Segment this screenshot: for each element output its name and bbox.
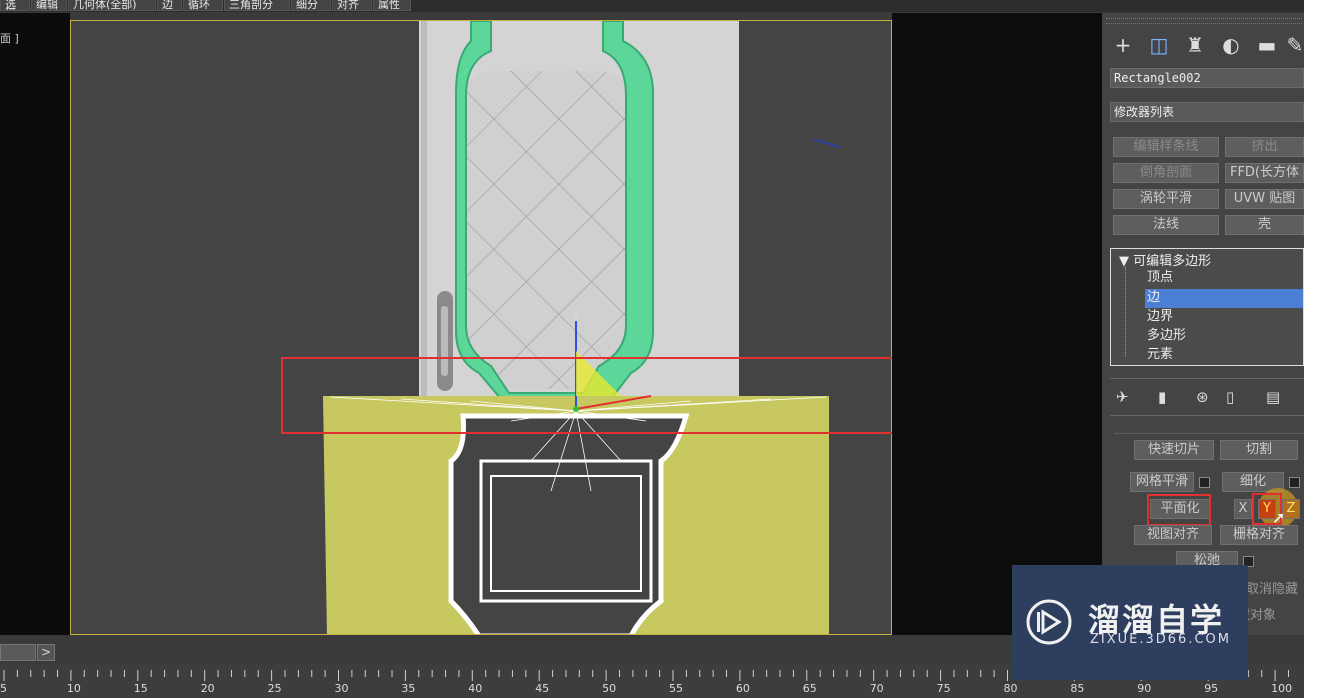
- stack-root-item[interactable]: ▼ 可编辑多边形: [1119, 250, 1211, 269]
- time-slider[interactable]: [0, 644, 36, 661]
- shell-button[interactable]: 壳: [1225, 215, 1304, 235]
- frame-number-label: 100: [1271, 682, 1293, 695]
- menu-subdivide[interactable]: 细分: [291, 0, 331, 11]
- stack-item-element[interactable]: 元素: [1147, 346, 1173, 364]
- stack-tree-line: [1125, 267, 1127, 357]
- frame-number-label: 95: [1204, 682, 1219, 695]
- planar-x-button[interactable]: X: [1234, 499, 1252, 519]
- view-align-button[interactable]: 视图对齐: [1134, 525, 1212, 545]
- bevel-profile-button[interactable]: 倒角剖面: [1113, 163, 1219, 183]
- frame-number-label: 70: [869, 682, 884, 695]
- utilities-icon[interactable]: ✎: [1286, 32, 1304, 58]
- stack-item-border[interactable]: 边界: [1147, 308, 1173, 326]
- play-logo-icon: [1026, 599, 1072, 645]
- menu-edge[interactable]: 边: [157, 0, 182, 11]
- modifier-list-dropdown[interactable]: 修改器列表: [1110, 102, 1304, 122]
- create-icon[interactable]: +: [1110, 32, 1136, 58]
- menu-select[interactable]: 选择: [0, 0, 30, 11]
- stack-item-polygon[interactable]: 多边形: [1147, 327, 1186, 345]
- menu-loop[interactable]: 循环: [183, 0, 223, 11]
- stack-item-vertex[interactable]: 顶点: [1147, 269, 1173, 287]
- menu-geometry-all[interactable]: 几何体(全部): [68, 0, 156, 11]
- frame-number-label: 75: [936, 682, 951, 695]
- frame-number-label: 35: [401, 682, 416, 695]
- stack-item-edge[interactable]: 边: [1147, 289, 1160, 307]
- panel-grip: [1106, 18, 1302, 24]
- meshsmooth-settings-checkbox[interactable]: [1199, 477, 1210, 488]
- edit-spline-button[interactable]: 编辑样条线: [1113, 137, 1219, 157]
- ffd-box-button[interactable]: FFD(长方体: [1225, 163, 1304, 183]
- frame-number-label: 30: [334, 682, 349, 695]
- frame-number-label: 85: [1070, 682, 1085, 695]
- menu-properties[interactable]: 属性: [373, 0, 411, 11]
- unhide-all-label[interactable]: 取消隐藏: [1246, 578, 1304, 597]
- tessellate-settings-checkbox[interactable]: [1289, 477, 1300, 488]
- meshsmooth-button[interactable]: 网格平滑: [1130, 472, 1194, 492]
- turbosmooth-button[interactable]: 涡轮平滑: [1113, 189, 1219, 209]
- menu-edit[interactable]: 编辑: [31, 0, 67, 11]
- scene-render[interactable]: z: [71, 21, 892, 635]
- normal-button[interactable]: 法线: [1113, 215, 1219, 235]
- make-planar-highlight: [1147, 494, 1211, 526]
- menu-triangulate[interactable]: 三角剖分: [224, 0, 290, 11]
- frame-number-label: 20: [200, 682, 215, 695]
- motion-icon[interactable]: ◐: [1218, 32, 1244, 58]
- hierarchy-icon[interactable]: ♜: [1182, 32, 1208, 58]
- watermark-url: ZIXUE.3D66.COM: [1090, 632, 1231, 647]
- pin-stack-icon[interactable]: ✈: [1116, 388, 1129, 406]
- remove-modifier-icon[interactable]: ▯: [1226, 388, 1234, 406]
- next-frame-button[interactable]: >: [37, 644, 55, 661]
- frame-number-label: 80: [1003, 682, 1018, 695]
- configure-modifier-sets-icon[interactable]: ▤: [1266, 388, 1280, 406]
- menu-align[interactable]: 对齐: [332, 0, 372, 11]
- stack-item-edge-selected[interactable]: [1145, 289, 1303, 308]
- frame-number-label: 40: [468, 682, 483, 695]
- frame-number-label: 55: [669, 682, 683, 695]
- perspective-viewport[interactable]: z: [70, 20, 892, 635]
- cut-button[interactable]: 切割: [1220, 440, 1298, 460]
- make-unique-icon[interactable]: ⊛: [1196, 388, 1209, 406]
- display-icon[interactable]: ▬: [1254, 32, 1280, 58]
- frame-number-label: 15: [133, 682, 148, 695]
- frame-number-label: 10: [66, 682, 81, 695]
- uvw-map-button[interactable]: UVW 贴图: [1225, 189, 1304, 209]
- panel-edge: [1304, 0, 1320, 698]
- extrude-button[interactable]: 挤出: [1225, 137, 1304, 157]
- frame-number-label: 60: [735, 682, 750, 695]
- viewport-label[interactable]: 面 ]: [0, 30, 19, 46]
- left-viewport[interactable]: [0, 13, 70, 635]
- frame-number-label: 25: [267, 682, 282, 695]
- frame-number-label: 90: [1137, 682, 1152, 695]
- quickslice-button[interactable]: 快速切片: [1134, 440, 1214, 460]
- svg-text:z: z: [573, 312, 578, 322]
- modify-icon[interactable]: ◫: [1146, 32, 1172, 58]
- frame-number-label: 65: [802, 682, 817, 695]
- grid-align-button[interactable]: 栅格对齐: [1220, 525, 1298, 545]
- object-name-field[interactable]: Rectangle002: [1110, 68, 1304, 88]
- frame-number-label: 5: [0, 682, 7, 695]
- frame-number-label: 45: [535, 682, 550, 695]
- modifier-stack[interactable]: ▼ 可编辑多边形 顶点 边 边界 多边形 元素: [1110, 248, 1304, 366]
- edge-selection-highlight: [281, 357, 894, 434]
- rollout-separator: [1115, 433, 1303, 434]
- right-viewport-margin: [892, 13, 1102, 635]
- frame-number-label: 50: [602, 682, 617, 695]
- show-end-result-icon[interactable]: ▮: [1158, 388, 1166, 406]
